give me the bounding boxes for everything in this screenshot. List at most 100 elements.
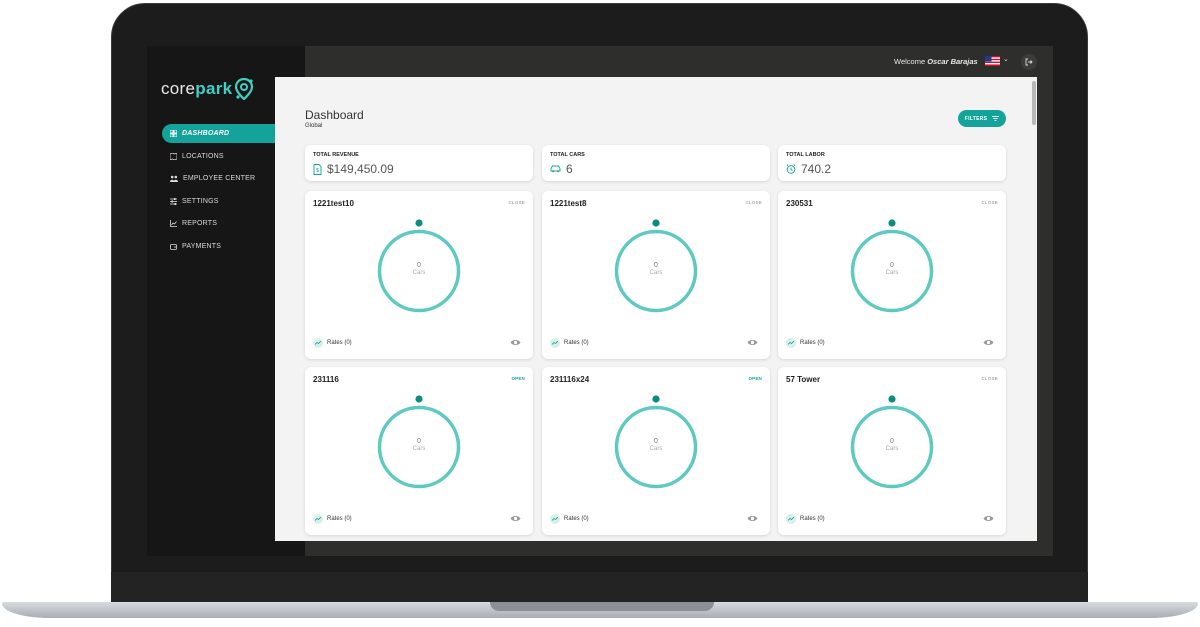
car-icon xyxy=(550,165,561,173)
stat-value-row: $ $149,450.09 xyxy=(313,162,394,176)
logo-pin-icon xyxy=(235,78,254,100)
rates-label: Rates (0) xyxy=(327,340,352,346)
brand-text-park: park xyxy=(195,79,233,98)
clock-icon xyxy=(786,164,796,174)
stat-card-total-cars: TOTAL CARS 6 xyxy=(542,145,770,181)
rates-link[interactable]: Rates (0) xyxy=(313,514,352,524)
trend-icon xyxy=(550,514,560,524)
filters-button[interactable]: FILTERS xyxy=(958,110,1006,127)
status-badge: CLOSE xyxy=(981,376,998,381)
eye-icon[interactable] xyxy=(747,515,758,522)
cars-unit-label: Cars xyxy=(412,446,426,452)
page-title: Dashboard xyxy=(305,108,364,122)
stat-label: TOTAL CARS xyxy=(550,152,585,158)
location-name: 230531 xyxy=(786,199,813,208)
status-badge: OPEN xyxy=(748,376,762,381)
welcome-label: Welcome xyxy=(894,57,926,66)
wallet-icon xyxy=(170,243,177,250)
cars-unit-label: Cars xyxy=(649,446,663,452)
rates-link[interactable]: Rates (0) xyxy=(786,338,825,348)
main-content: Dashboard Global FILTERS TOTAL REVENUE $… xyxy=(275,77,1037,541)
rates-label: Rates (0) xyxy=(800,516,825,522)
stat-value-row: 6 xyxy=(550,162,573,176)
logout-button[interactable] xyxy=(1021,54,1037,70)
scrollbar[interactable] xyxy=(1032,81,1036,125)
cars-count: 0 xyxy=(890,438,894,445)
app-screen: core park DASHBOARD LOCATIONS EMPLOYEE CE… xyxy=(147,46,1053,556)
status-badge: CLOSE xyxy=(508,200,525,205)
eye-icon[interactable] xyxy=(983,339,994,346)
map-icon xyxy=(170,152,177,160)
chevron-down-icon[interactable]: ⌄ xyxy=(1003,55,1009,63)
cars-unit-label: Cars xyxy=(885,270,899,276)
trend-icon xyxy=(786,514,796,524)
rates-label: Rates (0) xyxy=(564,516,589,522)
rates-link[interactable]: Rates (0) xyxy=(550,338,589,348)
eye-icon[interactable] xyxy=(510,339,521,346)
user-name[interactable]: Oscar Barajas xyxy=(927,57,977,66)
stat-label: TOTAL LABOR xyxy=(786,152,825,158)
location-name: 57 Tower xyxy=(786,375,821,384)
trend-icon xyxy=(550,338,560,348)
us-flag-icon[interactable] xyxy=(985,56,1000,66)
trend-icon xyxy=(313,514,323,524)
page-subtitle: Global xyxy=(305,123,323,129)
dashboard-icon xyxy=(170,130,177,137)
rates-label: Rates (0) xyxy=(327,516,352,522)
rates-link[interactable]: Rates (0) xyxy=(786,514,825,524)
filter-icon xyxy=(992,116,1000,121)
cars-count: 0 xyxy=(417,438,421,445)
eye-icon[interactable] xyxy=(747,339,758,346)
status-badge: CLOSE xyxy=(745,200,762,205)
location-card[interactable]: 57 Tower CLOSE 0 Cars Rates (0) xyxy=(778,367,1006,535)
svg-text:$: $ xyxy=(316,168,319,174)
stat-value: 6 xyxy=(566,162,573,176)
sliders-icon xyxy=(170,197,177,205)
sidebar-item-label: LOCATIONS xyxy=(182,152,224,160)
welcome-text: Welcome Oscar Barajas xyxy=(894,57,978,66)
location-name: 231116x24 xyxy=(550,375,590,384)
stat-value-row: 740.2 xyxy=(786,162,831,176)
brand-text-core: core xyxy=(161,79,196,98)
location-card[interactable]: 1221test10 CLOSE 0 Cars Rates (0) xyxy=(305,191,533,359)
eye-icon[interactable] xyxy=(983,515,994,522)
users-icon xyxy=(170,175,178,182)
location-name: 1221test8 xyxy=(550,199,587,208)
cars-count: 0 xyxy=(417,262,421,269)
filters-label: FILTERS xyxy=(964,115,988,122)
location-card[interactable]: 230531 CLOSE 0 Cars Rates (0) xyxy=(778,191,1006,359)
logout-icon xyxy=(1025,58,1033,66)
location-card[interactable]: 231116 OPEN 0 Cars Rates (0) xyxy=(305,367,533,535)
stat-label: TOTAL REVENUE xyxy=(313,152,359,158)
location-name: 1221test10 xyxy=(313,199,354,208)
location-card[interactable]: 231116x24 OPEN 0 Cars Rates (0) xyxy=(542,367,770,535)
brand-logo[interactable]: core park xyxy=(161,78,254,100)
status-badge: OPEN xyxy=(511,376,525,381)
laptop-bezel-bottom xyxy=(111,572,1088,604)
rates-link[interactable]: Rates (0) xyxy=(313,338,352,348)
trend-icon xyxy=(313,338,323,348)
sidebar-item-label: EMPLOYEE CENTER xyxy=(183,175,256,182)
laptop-notch xyxy=(490,602,714,611)
cars-count: 0 xyxy=(890,262,894,269)
location-card[interactable]: 1221test8 CLOSE 0 Cars Rates (0) xyxy=(542,191,770,359)
sidebar-item-label: REPORTS xyxy=(182,220,218,227)
cars-count: 0 xyxy=(654,262,658,269)
trend-icon xyxy=(786,338,796,348)
sidebar-item-label: SETTINGS xyxy=(182,197,219,205)
sidebar-item-label: PAYMENTS xyxy=(182,242,222,250)
stat-value: 740.2 xyxy=(801,162,832,176)
status-badge: CLOSE xyxy=(981,200,998,205)
stat-value: $149,450.09 xyxy=(327,162,394,176)
chart-icon xyxy=(170,220,177,227)
cars-unit-label: Cars xyxy=(885,446,899,452)
rates-label: Rates (0) xyxy=(800,340,825,346)
stat-card-total-labor: TOTAL LABOR 740.2 xyxy=(778,145,1006,181)
eye-icon[interactable] xyxy=(510,515,521,522)
rates-link[interactable]: Rates (0) xyxy=(550,514,589,524)
cars-unit-label: Cars xyxy=(649,270,663,276)
sidebar-item-label: DASHBOARD xyxy=(182,130,230,137)
rates-label: Rates (0) xyxy=(564,340,589,346)
cars-unit-label: Cars xyxy=(412,270,426,276)
cars-count: 0 xyxy=(654,438,658,445)
